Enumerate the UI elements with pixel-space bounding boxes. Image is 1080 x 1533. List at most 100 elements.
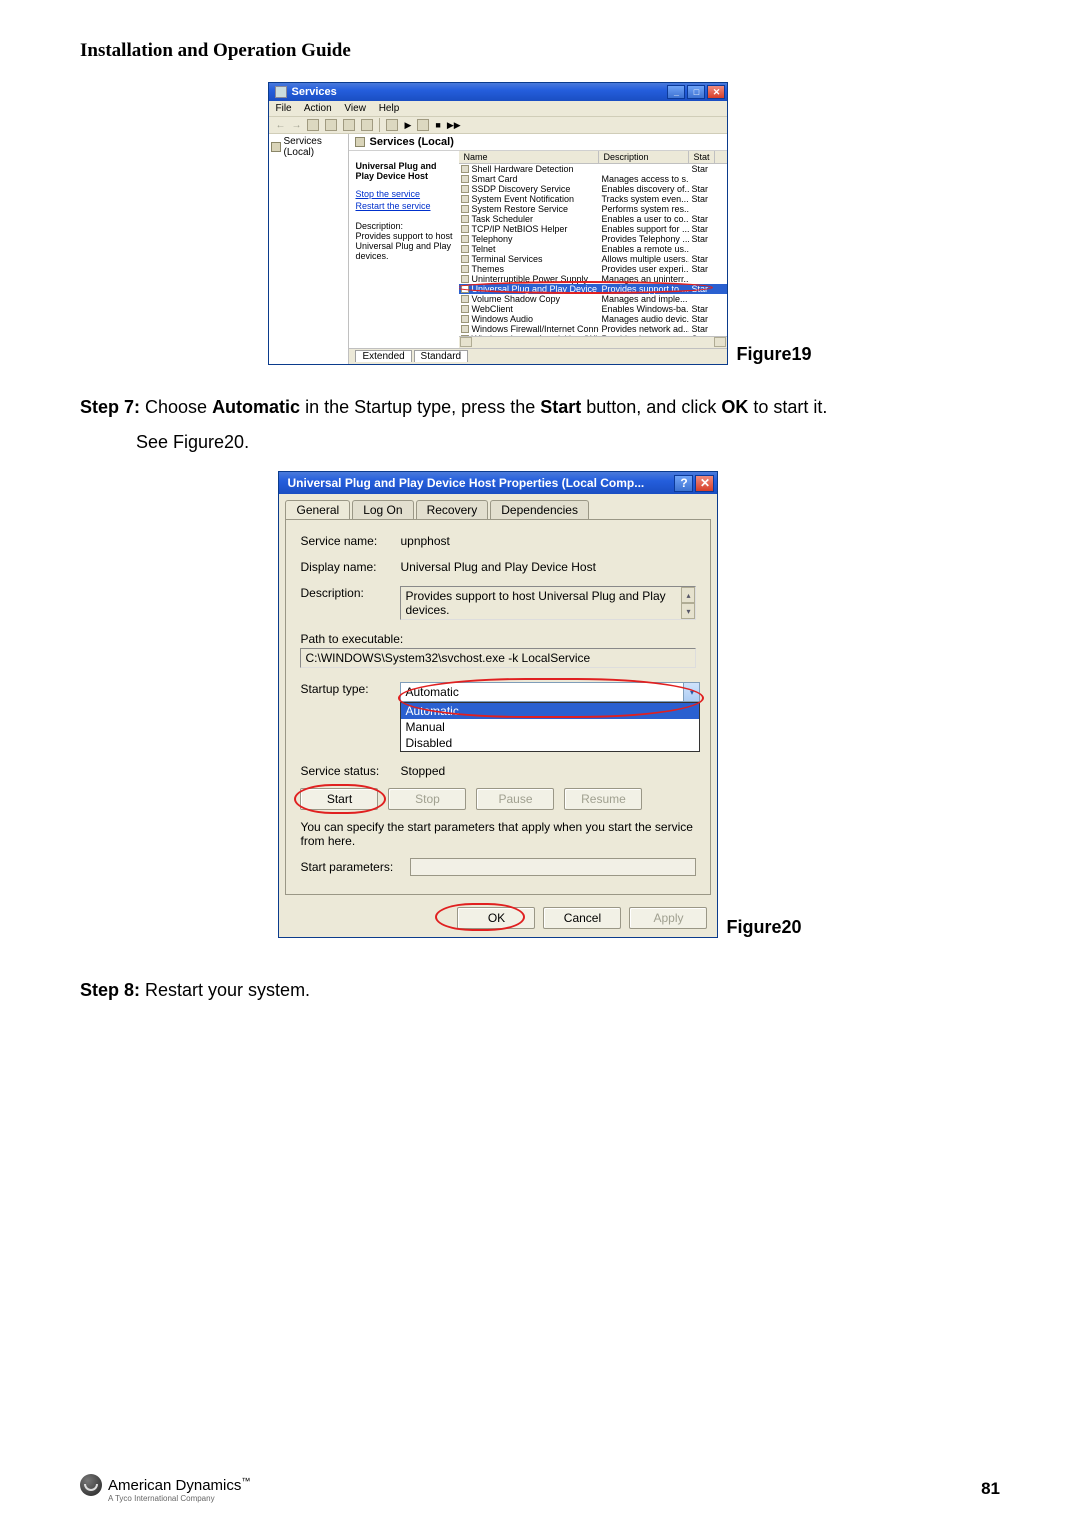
- maximize-button[interactable]: □: [687, 85, 705, 99]
- tab-general[interactable]: General: [285, 500, 350, 519]
- logo-globe-icon: [80, 1474, 102, 1496]
- start-params-input[interactable]: [410, 858, 696, 876]
- service-row[interactable]: WebClientEnables Windows-ba...Star: [459, 304, 727, 314]
- cancel-button[interactable]: Cancel: [543, 907, 621, 929]
- scroll-down-icon[interactable]: ▾: [681, 603, 695, 619]
- col-name[interactable]: Name: [459, 151, 599, 163]
- services-app-icon: [275, 86, 287, 98]
- service-row[interactable]: Universal Plug and Play Device HostProvi…: [459, 284, 727, 294]
- menu-action[interactable]: Action: [304, 103, 332, 114]
- services-bottom-tabs: Extended Standard: [349, 348, 727, 364]
- toolbar-icon[interactable]: [307, 119, 319, 131]
- label-start-params: Start parameters:: [300, 860, 410, 874]
- label-description: Description:: [300, 586, 400, 600]
- tab-extended[interactable]: Extended: [355, 350, 411, 362]
- start-button[interactable]: Start: [300, 788, 378, 810]
- service-row[interactable]: Uninterruptible Power SupplyManages an u…: [459, 274, 727, 284]
- startup-type-select[interactable]: Automatic ▾: [400, 682, 700, 702]
- service-row[interactable]: Shell Hardware DetectionStar: [459, 164, 727, 174]
- service-row[interactable]: Windows AudioManages audio devic...Star: [459, 314, 727, 324]
- minimize-button[interactable]: _: [667, 85, 685, 99]
- tree-icon: [271, 142, 280, 152]
- service-row[interactable]: Terminal ServicesAllows multiple users..…: [459, 254, 727, 264]
- tab-logon[interactable]: Log On: [352, 500, 413, 519]
- label-startup-type: Startup type:: [300, 682, 400, 696]
- scroll-up-icon[interactable]: ▴: [681, 587, 695, 603]
- service-row[interactable]: System Event NotificationTracks system e…: [459, 194, 727, 204]
- menu-file[interactable]: File: [275, 103, 291, 114]
- service-row[interactable]: TCP/IP NetBIOS HelperEnables support for…: [459, 224, 727, 234]
- col-status[interactable]: Stat: [689, 151, 715, 163]
- restart-service-link[interactable]: Restart the service: [355, 201, 453, 211]
- col-description[interactable]: Description: [599, 151, 689, 163]
- properties-title: Universal Plug and Play Device Host Prop…: [287, 476, 644, 490]
- option-manual[interactable]: Manual: [401, 719, 699, 735]
- figure20-label: Figure20: [726, 917, 801, 938]
- detail-title: Universal Plug and Play Device Host: [355, 161, 453, 181]
- services-menubar: File Action View Help: [269, 101, 727, 116]
- toolbar-icon[interactable]: [386, 119, 398, 131]
- services-grid: Name Description Stat Shell Hardware Det…: [459, 151, 727, 348]
- stop-button: Stop: [388, 788, 466, 810]
- service-row[interactable]: SSDP Discovery ServiceEnables discovery …: [459, 184, 727, 194]
- apply-button: Apply: [629, 907, 707, 929]
- services-toolbar: ← → ▶ ■ ▶▶: [269, 116, 727, 134]
- footer-brand: American Dynamics™: [108, 1476, 250, 1494]
- doc-title: Installation and Operation Guide: [80, 40, 1000, 62]
- description-box: Provides support to host Universal Plug …: [400, 586, 696, 620]
- option-disabled[interactable]: Disabled: [401, 735, 699, 751]
- toolbar-icon[interactable]: [343, 119, 355, 131]
- ok-button[interactable]: OK: [457, 907, 535, 929]
- dropdown-arrow-icon[interactable]: ▾: [683, 683, 699, 701]
- scroll-left-icon[interactable]: [460, 337, 472, 347]
- service-row[interactable]: TelephonyProvides Telephony ...Star: [459, 234, 727, 244]
- option-automatic[interactable]: Automatic: [401, 703, 699, 719]
- resume-button: Resume: [564, 788, 642, 810]
- properties-dialog: Universal Plug and Play Device Host Prop…: [278, 471, 718, 938]
- help-button[interactable]: ?: [674, 475, 693, 492]
- service-detail-pane: Universal Plug and Play Device Host Stop…: [349, 151, 459, 348]
- start-params-note: You can specify the start parameters tha…: [300, 820, 696, 848]
- tab-standard[interactable]: Standard: [414, 350, 469, 362]
- tab-recovery[interactable]: Recovery: [416, 500, 489, 519]
- page-footer: American Dynamics™ A Tyco International …: [80, 1474, 1000, 1503]
- pause-button: Pause: [476, 788, 554, 810]
- value-path: C:\WINDOWS\System32\svchost.exe -k Local…: [300, 648, 696, 668]
- services-right-header: Services (Local): [349, 134, 727, 151]
- scroll-right-icon[interactable]: [714, 337, 726, 347]
- value-service-name: upnphost: [400, 534, 696, 548]
- services-titlebar: Services _ □ ✕: [269, 83, 727, 101]
- service-row[interactable]: Task SchedulerEnables a user to co...Sta…: [459, 214, 727, 224]
- step7-paragraph: Step 7: Choose Automatic in the Startup …: [80, 395, 1000, 420]
- label-display-name: Display name:: [300, 560, 400, 574]
- service-row[interactable]: Windows Firewall/Internet Connecti...Pro…: [459, 324, 727, 334]
- startup-type-dropdown: Automatic Manual Disabled: [400, 702, 700, 752]
- detail-desc-label: Description:: [355, 221, 403, 231]
- figure19-container: Services _ □ ✕ File Action View Help ← →…: [80, 82, 1000, 365]
- service-row[interactable]: Volume Shadow CopyManages and imple...: [459, 294, 727, 304]
- service-row[interactable]: ThemesProvides user experi...Star: [459, 264, 727, 274]
- stop-service-link[interactable]: Stop the service: [355, 189, 453, 199]
- properties-titlebar: Universal Plug and Play Device Host Prop…: [279, 472, 717, 494]
- label-service-status: Service status:: [300, 764, 400, 778]
- tab-dependencies[interactable]: Dependencies: [490, 500, 589, 519]
- services-window: Services _ □ ✕ File Action View Help ← →…: [268, 82, 728, 365]
- label-service-name: Service name:: [300, 534, 400, 548]
- grid-header: Name Description Stat: [459, 151, 727, 164]
- step8-paragraph: Step 8: Restart your system.: [80, 978, 1000, 1003]
- figure20-container: Universal Plug and Play Device Host Prop…: [80, 471, 1000, 938]
- menu-view[interactable]: View: [344, 103, 366, 114]
- menu-help[interactable]: Help: [379, 103, 400, 114]
- tree-services-local[interactable]: Services (Local): [271, 136, 346, 158]
- service-row[interactable]: TelnetEnables a remote us...: [459, 244, 727, 254]
- toolbar-icon[interactable]: [325, 119, 337, 131]
- close-button[interactable]: ✕: [707, 85, 725, 99]
- toolbar-icon[interactable]: [361, 119, 373, 131]
- toolbar-icon[interactable]: [417, 119, 429, 131]
- service-row[interactable]: System Restore ServicePerforms system re…: [459, 204, 727, 214]
- footer-subtitle: A Tyco International Company: [108, 1494, 250, 1503]
- services-tree: Services (Local): [269, 134, 349, 364]
- service-row[interactable]: Smart CardManages access to s...: [459, 174, 727, 184]
- header-icon: [355, 137, 365, 147]
- close-button[interactable]: ✕: [695, 475, 714, 492]
